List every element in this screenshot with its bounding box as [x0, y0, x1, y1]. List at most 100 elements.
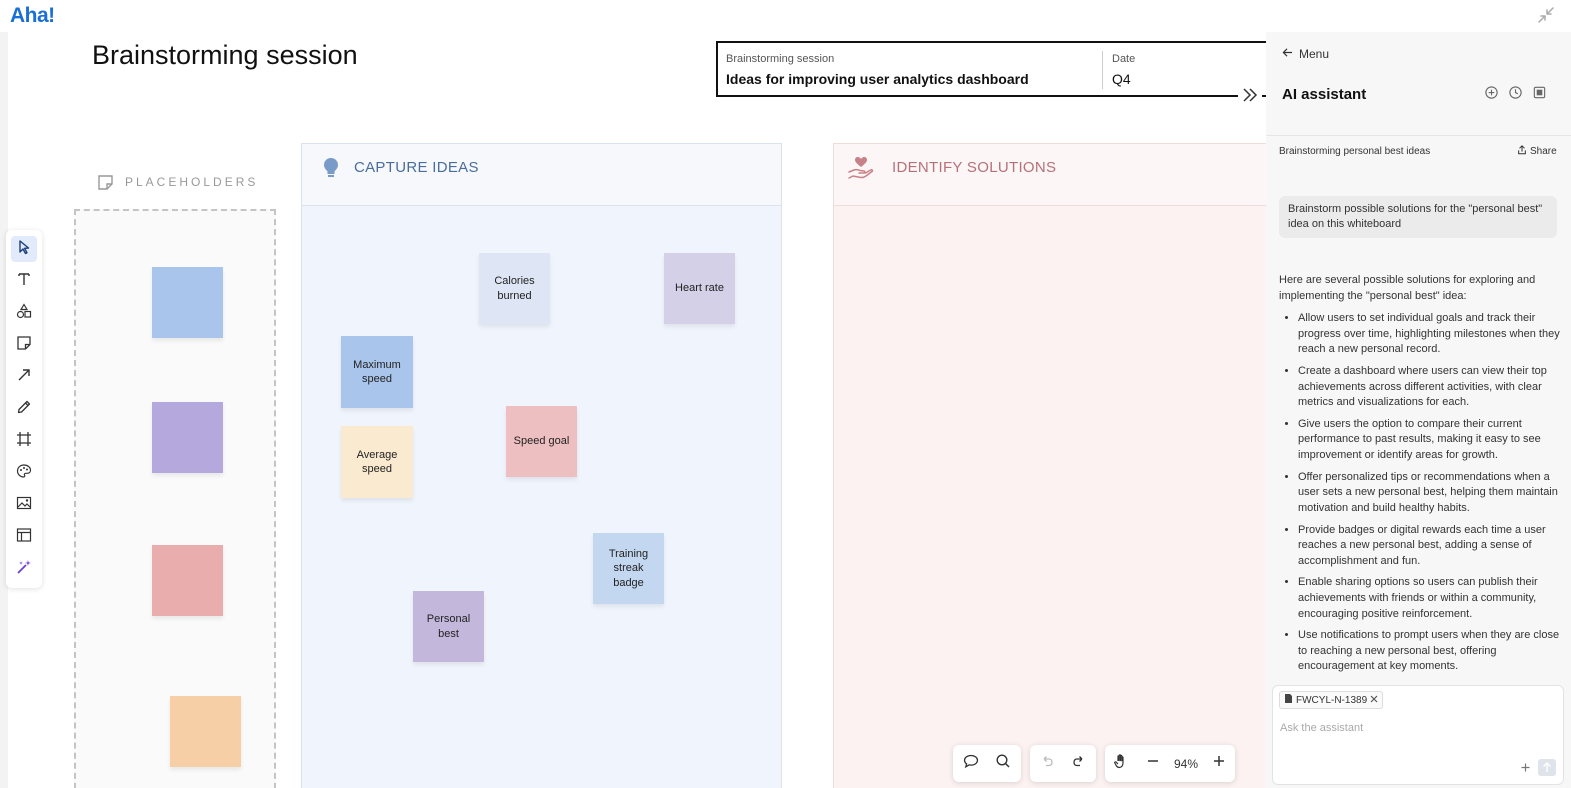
sticky-speed-goal[interactable]: Speed goal: [506, 406, 577, 477]
plus-icon: [1212, 754, 1226, 773]
image-icon: [16, 495, 32, 516]
expand-panel-button[interactable]: [1238, 84, 1262, 106]
header-label-date: Date: [1112, 53, 1136, 65]
sticky-average-speed[interactable]: Average speed: [341, 426, 413, 498]
sticky-calories-burned[interactable]: Calories burned: [479, 253, 550, 324]
sticky-personal-best[interactable]: Personal best: [413, 591, 484, 662]
assistant-input[interactable]: Ask the assistant: [1280, 722, 1363, 734]
board-header-card[interactable]: Brainstorming session Ideas for improvin…: [716, 41, 1276, 97]
text-icon: [16, 271, 32, 292]
capture-ideas-header: CAPTURE IDEAS: [302, 144, 781, 206]
sticky-tool[interactable]: [11, 332, 37, 358]
share-label: Share: [1530, 146, 1557, 157]
sticky-training-streak-badge[interactable]: Training streak badge: [593, 533, 664, 604]
identify-solutions-title[interactable]: IDENTIFY SOLUTIONS: [892, 159, 1056, 176]
placeholder-sticky[interactable]: [152, 545, 223, 616]
heart-hand-icon: [847, 155, 875, 186]
placeholders-title: PLACEHOLDERS: [125, 175, 259, 189]
pen-icon: [16, 399, 32, 420]
template-tool[interactable]: [11, 524, 37, 550]
undo-button[interactable]: [1032, 749, 1062, 779]
dock-panel-icon[interactable]: [1532, 85, 1547, 105]
capture-ideas-title[interactable]: CAPTURE IDEAS: [354, 159, 479, 176]
assistant-input-box[interactable]: FWCYL-N-1389 Ask the assistant: [1272, 685, 1564, 785]
header-value-session[interactable]: Ideas for improving user analytics dashb…: [726, 71, 1029, 87]
hand-icon: [1113, 753, 1129, 774]
arrow-tool[interactable]: [11, 364, 37, 390]
comment-search-controls: [953, 745, 1021, 782]
chip-label: FWCYL-N-1389: [1296, 694, 1368, 706]
share-button[interactable]: Share: [1517, 145, 1557, 158]
menu-back-link[interactable]: Menu: [1282, 47, 1329, 61]
history-icon[interactable]: [1508, 85, 1523, 105]
answer-item: Offer personalized tips or recommendatio…: [1298, 470, 1564, 517]
answer-item: Enable sharing options so users can publ…: [1298, 575, 1564, 622]
image-tool[interactable]: [11, 492, 37, 518]
search-icon: [995, 753, 1011, 774]
menu-label: Menu: [1299, 47, 1330, 61]
sticky-heart-rate[interactable]: Heart rate: [664, 253, 735, 324]
document-icon: [1284, 693, 1293, 707]
zoom-out-button[interactable]: [1138, 749, 1168, 779]
shapes-tool[interactable]: [11, 300, 37, 326]
attach-button[interactable]: [1517, 759, 1534, 776]
user-prompt-bubble: Brainstorm possible solutions for the "p…: [1279, 196, 1557, 238]
answer-item: Use notifications to prompt users when t…: [1298, 628, 1564, 675]
shapes-icon: [16, 302, 32, 324]
identify-solutions-header: IDENTIFY SOLUTIONS: [834, 144, 1272, 206]
frame-icon: [16, 431, 32, 452]
header-label-session: Brainstorming session: [726, 53, 835, 65]
context-chip[interactable]: FWCYL-N-1389: [1279, 691, 1384, 709]
zoom-in-button[interactable]: [1204, 749, 1234, 779]
redo-button[interactable]: [1064, 749, 1094, 779]
zoom-controls: 94%: [1105, 745, 1235, 782]
board-title[interactable]: Brainstorming session: [92, 40, 358, 71]
placeholder-sticky[interactable]: [170, 696, 241, 767]
lightbulb-icon: [322, 156, 340, 185]
sticky-note-icon: [97, 174, 114, 191]
minus-icon: [1146, 754, 1160, 773]
undo-icon: [1039, 753, 1055, 774]
plus-icon: [1517, 763, 1534, 780]
aha-logo[interactable]: Aha!: [10, 4, 55, 28]
close-icon[interactable]: [1370, 695, 1378, 706]
sticky-note-icon: [16, 335, 32, 356]
answer-list: Allow users to set individual goals and …: [1279, 311, 1564, 675]
select-tool[interactable]: [11, 236, 37, 262]
arrow-icon: [16, 367, 32, 388]
answer-intro: Here are several possible solutions for …: [1279, 274, 1536, 302]
thread-title: Brainstorming personal best ideas: [1279, 146, 1431, 157]
palette-icon: [16, 463, 32, 484]
collapse-icon[interactable]: [1536, 5, 1556, 25]
frame-tool[interactable]: [11, 428, 37, 454]
placeholder-sticky[interactable]: [152, 402, 223, 473]
select-icon: [16, 239, 32, 260]
arrow-left-icon: [1282, 47, 1293, 61]
identify-solutions-column[interactable]: IDENTIFY SOLUTIONS: [833, 143, 1273, 788]
answer-item: Allow users to set individual goals and …: [1298, 311, 1564, 358]
panel-actions: [1484, 85, 1547, 105]
send-button[interactable]: [1538, 759, 1556, 776]
sticky-maximum-speed[interactable]: Maximum speed: [341, 336, 413, 408]
share-icon: [1517, 145, 1527, 158]
answer-item: Provide badges or digital rewards each t…: [1298, 523, 1564, 570]
header-divider: [1102, 51, 1103, 89]
answer-item: Give users the option to compare their c…: [1298, 417, 1564, 464]
placeholder-sticky[interactable]: [152, 267, 223, 338]
text-tool[interactable]: [11, 268, 37, 294]
panel-divider: [1266, 135, 1571, 136]
palette-tool[interactable]: [11, 460, 37, 486]
header-value-date[interactable]: Q4: [1112, 71, 1131, 87]
assistant-answer: Here are several possible solutions for …: [1279, 273, 1564, 681]
redo-icon: [1071, 753, 1087, 774]
search-button[interactable]: [988, 749, 1018, 779]
ai-wand-icon: [16, 559, 32, 580]
pen-tool[interactable]: [11, 396, 37, 422]
ai-wand-tool[interactable]: [11, 556, 37, 582]
new-chat-icon[interactable]: [1484, 85, 1499, 105]
comment-button[interactable]: [956, 749, 986, 779]
left-toolbar: [6, 230, 42, 588]
pan-button[interactable]: [1106, 749, 1136, 779]
template-icon: [16, 527, 32, 548]
zoom-level[interactable]: 94%: [1169, 757, 1203, 771]
